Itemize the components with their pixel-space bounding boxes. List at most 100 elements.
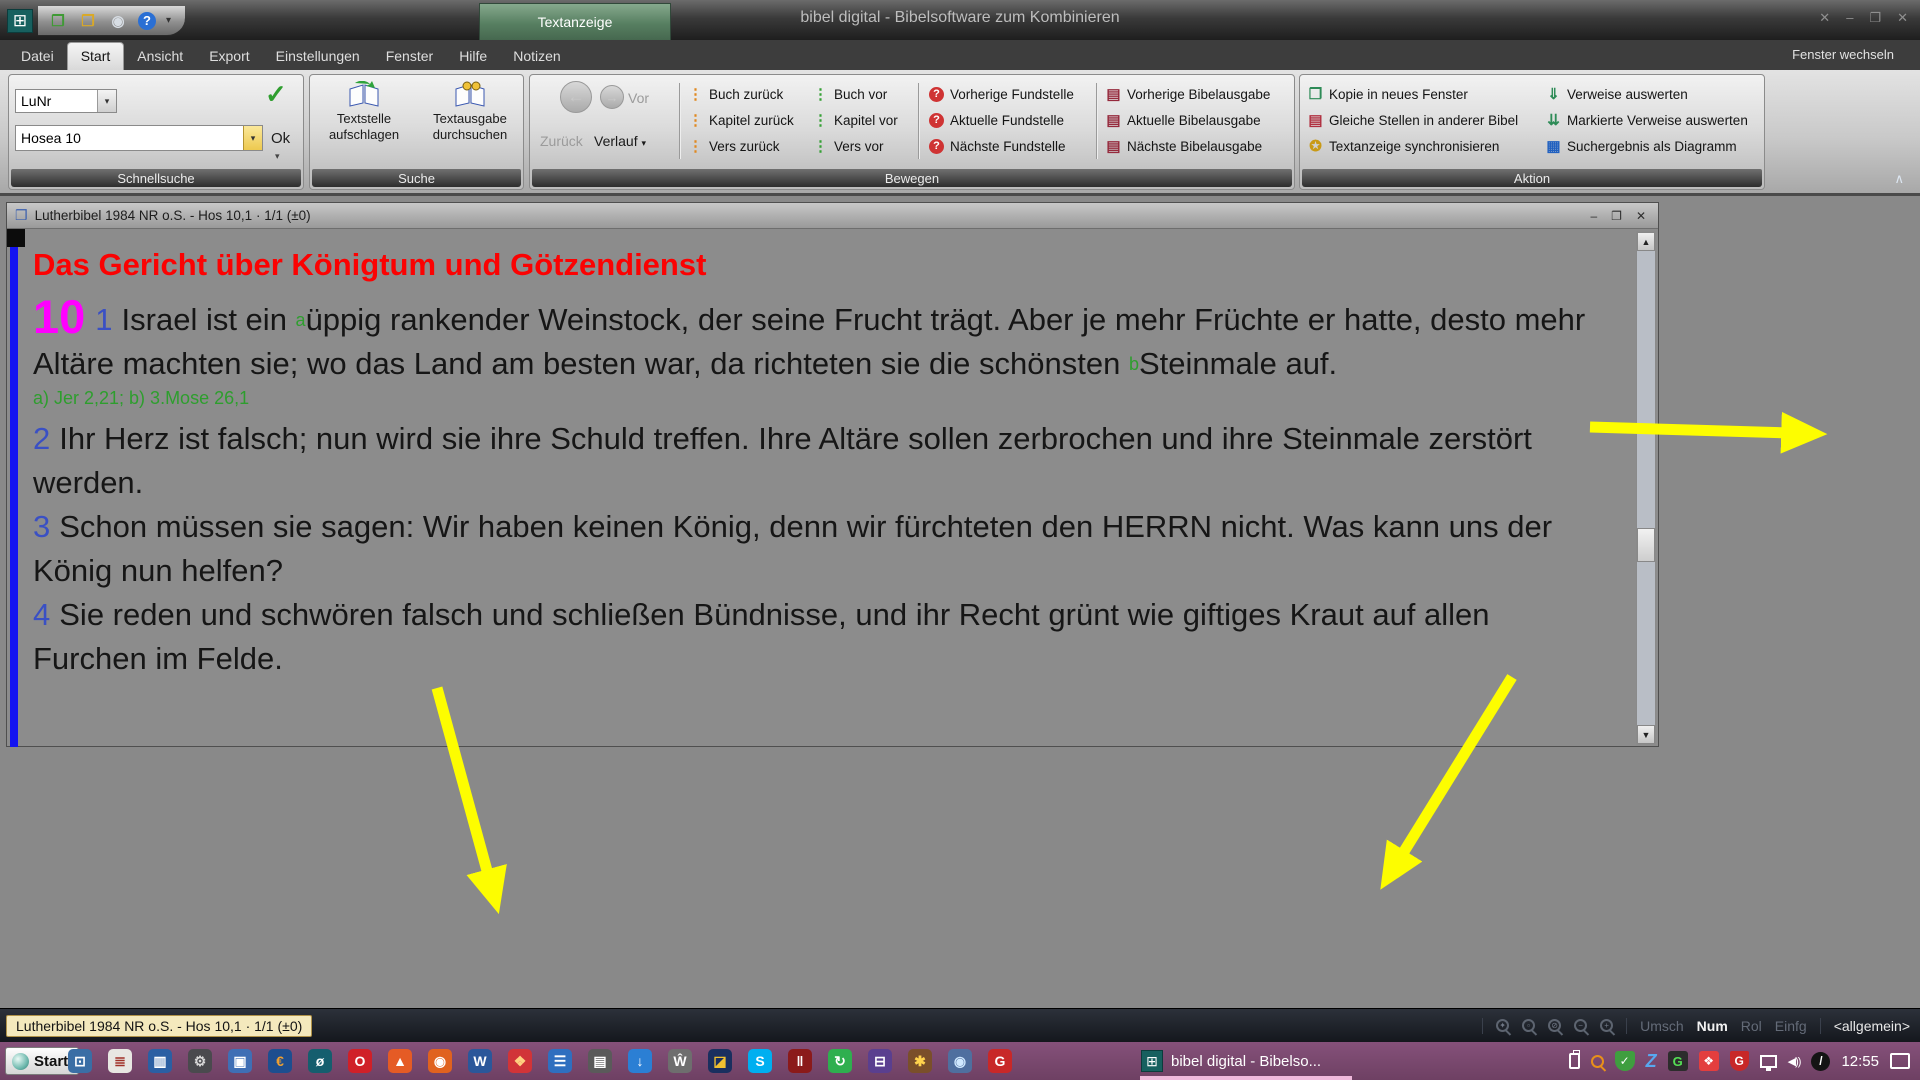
task-button-bibel-digital[interactable]: ⊞ bibel digital - Bibelso... bbox=[1135, 1046, 1353, 1076]
remote-support-icon[interactable]: ⊟ bbox=[868, 1049, 892, 1073]
zoom-out-icon[interactable]: − bbox=[1574, 1019, 1587, 1032]
pdf-tool-icon[interactable]: ❖ bbox=[508, 1049, 532, 1073]
zoom-in-icon[interactable]: + bbox=[1600, 1019, 1613, 1032]
verlauf-button[interactable]: Verlauf ▾ bbox=[594, 133, 646, 149]
remote-desktop-icon[interactable]: ⊡ bbox=[68, 1049, 92, 1073]
tab-einstellungen[interactable]: Einstellungen bbox=[263, 43, 373, 70]
bible-text-area[interactable]: Das Gericht über Königtum und Götzendien… bbox=[7, 229, 1658, 747]
g-matrix-icon[interactable]: G bbox=[1668, 1051, 1688, 1071]
browser-icon[interactable]: ☰ bbox=[548, 1049, 572, 1073]
fenster-wechseln-button[interactable]: Fenster wechseln bbox=[1792, 47, 1894, 62]
scroll-up-button[interactable]: ▲ bbox=[1637, 232, 1655, 251]
chevron-down-icon[interactable]: ▾ bbox=[97, 90, 116, 112]
tab-datei[interactable]: Datei bbox=[8, 43, 67, 70]
doc-minimize-icon[interactable]: – bbox=[1590, 209, 1597, 223]
footnote-marker[interactable]: b bbox=[1129, 354, 1139, 374]
antivirus-shield-icon[interactable]: ✓ bbox=[1615, 1051, 1635, 1071]
search-type-combobox[interactable]: ▾ bbox=[15, 89, 117, 113]
textanzeige-synchronisieren-button[interactable]: ✪Textanzeige synchronisieren bbox=[1308, 135, 1499, 157]
statistics-icon[interactable]: ▥ bbox=[148, 1049, 172, 1073]
media-window-icon[interactable]: ▣ bbox=[228, 1049, 252, 1073]
doc-close-icon[interactable]: ✕ bbox=[1636, 209, 1646, 223]
kopie-in-neues-fenster-button[interactable]: ❐Kopie in neues Fenster bbox=[1308, 83, 1468, 105]
sync-icon[interactable]: ↻ bbox=[828, 1049, 852, 1073]
dev-icon[interactable]: ◪ bbox=[708, 1049, 732, 1073]
network-icon[interactable] bbox=[1760, 1055, 1777, 1068]
naechste-bibelausgabe-button[interactable]: ▤Nächste Bibelausgabe bbox=[1106, 135, 1262, 157]
collapse-ribbon-icon[interactable]: ∧ bbox=[1894, 171, 1904, 187]
forward-button[interactable]: → bbox=[600, 85, 624, 109]
clock[interactable]: 12:55 bbox=[1841, 1053, 1879, 1070]
markierte-verweise-button[interactable]: ⇊Markierte Verweise auswerten bbox=[1546, 109, 1748, 131]
cd-icon[interactable]: ◉ bbox=[108, 11, 128, 31]
vers-zurueck-button[interactable]: ⋮Vers zurück bbox=[688, 135, 780, 157]
typewriter-icon[interactable]: ≣ bbox=[108, 1049, 132, 1073]
gdata-icon[interactable]: G bbox=[988, 1049, 1012, 1073]
satellite-icon[interactable]: / bbox=[1811, 1052, 1830, 1071]
red-diamond-icon[interactable]: ❖ bbox=[1699, 1051, 1719, 1071]
aktuelle-bibelausgabe-button[interactable]: ▤Aktuelle Bibelausgabe bbox=[1106, 109, 1261, 131]
chevron-down-icon[interactable]: ▾ bbox=[243, 126, 262, 150]
brave-icon[interactable]: ▲ bbox=[388, 1049, 412, 1073]
passage-combobox[interactable]: ▾ bbox=[15, 125, 263, 151]
chevron-down-icon[interactable]: ▾ bbox=[275, 151, 280, 162]
skype-icon[interactable]: S bbox=[748, 1049, 772, 1073]
verweise-auswerten-button[interactable]: ⇓Verweise auswerten bbox=[1546, 83, 1688, 105]
firefox-icon[interactable]: ◉ bbox=[428, 1049, 452, 1073]
search-tray-icon[interactable] bbox=[1591, 1055, 1604, 1068]
tab-export[interactable]: Export bbox=[196, 43, 262, 70]
doc-maximize-icon[interactable]: ❐ bbox=[1611, 209, 1622, 223]
tab-fenster[interactable]: Fenster bbox=[373, 43, 446, 70]
parrot-icon[interactable]: ✱ bbox=[908, 1049, 932, 1073]
footnote-line[interactable]: a) Jer 2,21; b) 3.Mose 26,1 bbox=[33, 388, 1601, 409]
z-app-icon[interactable]: Z bbox=[1646, 1051, 1657, 1072]
suchergebnis-diagramm-button[interactable]: ▦Suchergebnis als Diagramm bbox=[1546, 135, 1737, 157]
vorherige-fundstelle-button[interactable]: ?Vorherige Fundstelle bbox=[929, 83, 1074, 105]
search-bible-icon[interactable]: ❒ bbox=[78, 11, 98, 31]
kapitel-vor-button[interactable]: ⋮Kapitel vor bbox=[813, 109, 898, 131]
affinity-icon[interactable]: ø bbox=[308, 1049, 332, 1073]
vers-vor-button[interactable]: ⋮Vers vor bbox=[813, 135, 884, 157]
vertical-scrollbar[interactable]: ▲ ▼ bbox=[1636, 231, 1656, 745]
buch-vor-button[interactable]: ⋮Buch vor bbox=[813, 83, 887, 105]
scrollbar-thumb[interactable] bbox=[1637, 528, 1655, 562]
open-bible-icon[interactable]: ❒ bbox=[48, 11, 68, 31]
tab-notizen[interactable]: Notizen bbox=[500, 43, 573, 70]
usb-icon[interactable] bbox=[1569, 1053, 1580, 1069]
zoom-page-icon[interactable]: ▫ bbox=[1522, 1019, 1535, 1032]
gear-icon[interactable]: ⚙ bbox=[188, 1049, 212, 1073]
ok-button[interactable]: Ok bbox=[271, 130, 290, 147]
contextual-tab-textanzeige[interactable]: Textanzeige bbox=[479, 3, 671, 40]
euro-banking-icon[interactable]: € bbox=[268, 1049, 292, 1073]
naechste-fundstelle-button[interactable]: ?Nächste Fundstelle bbox=[929, 135, 1066, 157]
help-icon[interactable]: ? bbox=[138, 12, 156, 30]
gdata-shield-icon[interactable]: G bbox=[1730, 1051, 1749, 1071]
passage-input[interactable] bbox=[16, 126, 243, 150]
opera-icon[interactable]: O bbox=[348, 1049, 372, 1073]
document-title-bar[interactable]: ❒ Lutherbibel 1984 NR o.S. - Hos 10,1 · … bbox=[7, 203, 1658, 229]
scroll-down-button[interactable]: ▼ bbox=[1637, 725, 1655, 744]
tab-ansicht[interactable]: Ansicht bbox=[124, 43, 196, 70]
kapitel-zurueck-button[interactable]: ⋮Kapitel zurück bbox=[688, 109, 794, 131]
aktuelle-fundstelle-button[interactable]: ?Aktuelle Fundstelle bbox=[929, 109, 1064, 131]
notification-icon[interactable] bbox=[1890, 1053, 1910, 1069]
download-icon[interactable]: ↓ bbox=[628, 1049, 652, 1073]
minimize-icon[interactable]: – bbox=[1846, 10, 1853, 26]
ok-check-icon[interactable]: ✓ bbox=[265, 79, 287, 110]
maximize-icon[interactable]: ❐ bbox=[1869, 10, 1881, 26]
tab-start[interactable]: Start bbox=[67, 42, 125, 70]
globe-icon[interactable]: ◉ bbox=[948, 1049, 972, 1073]
buch-zurueck-button[interactable]: ⋮Buch zurück bbox=[688, 83, 783, 105]
zoom-reset-icon[interactable]: ⊘ bbox=[1548, 1019, 1561, 1032]
app-icon[interactable]: ⊞ bbox=[7, 9, 33, 33]
barcode-icon[interactable]: ‖ bbox=[788, 1049, 812, 1073]
wiki-icon[interactable]: Ŵ bbox=[668, 1049, 692, 1073]
gleiche-stellen-button[interactable]: ▤Gleiche Stellen in anderer Bibel bbox=[1308, 109, 1518, 131]
chevron-down-icon[interactable]: ▾ bbox=[166, 15, 171, 26]
zoom-special-icon[interactable]: ✦ bbox=[1496, 1019, 1509, 1032]
search-type-input[interactable] bbox=[16, 90, 97, 112]
textstelle-aufschlagen-button[interactable]: Textstelleaufschlagen bbox=[312, 81, 416, 167]
close-icon[interactable]: ✕ bbox=[1897, 10, 1908, 26]
speaker-icon[interactable]: ◀)) bbox=[1788, 1055, 1801, 1068]
textausgabe-durchsuchen-button[interactable]: Textausgabedurchsuchen bbox=[418, 81, 522, 167]
